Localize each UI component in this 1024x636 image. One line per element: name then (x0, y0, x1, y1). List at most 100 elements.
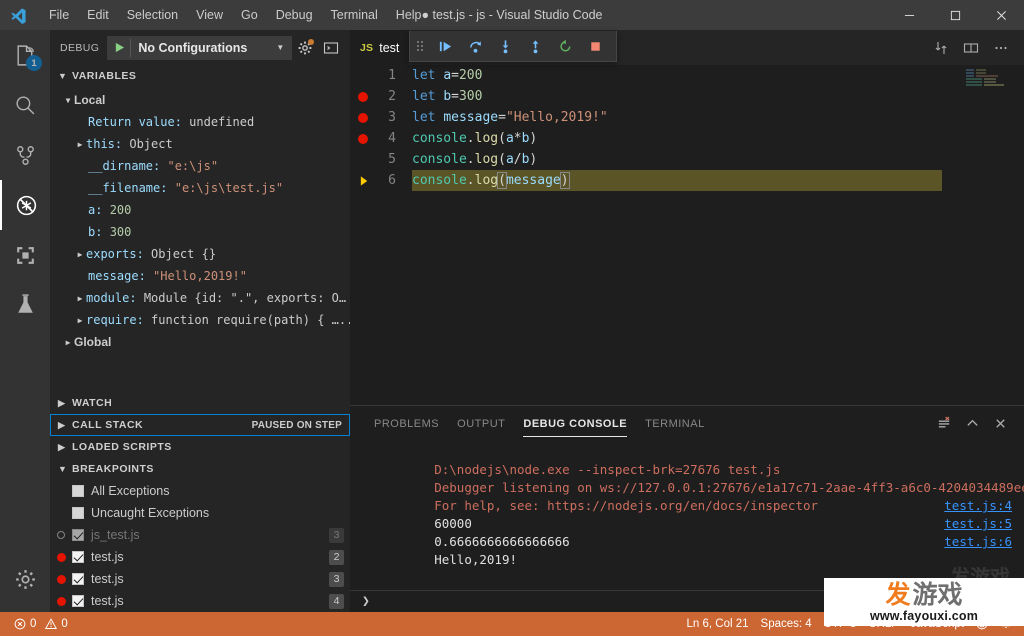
breakpoint-item[interactable]: js_test.js 3 (50, 524, 350, 546)
status-problems[interactable]: 0 0 (8, 612, 74, 636)
breakpoint-item[interactable]: test.js 3 (50, 568, 350, 590)
variable-row[interactable]: message: "Hello,2019!" (50, 265, 350, 287)
variable-row[interactable]: Return value: undefined (50, 111, 350, 133)
debug-settings-button[interactable] (292, 35, 318, 61)
breakpoint-item[interactable]: test.js 2 (50, 546, 350, 568)
activity-bar-item-explorer[interactable]: 1 (0, 30, 50, 80)
close-button[interactable] (978, 0, 1024, 30)
minimize-button[interactable] (886, 0, 932, 30)
checkbox[interactable] (72, 595, 84, 607)
code-line[interactable]: 3 let message="Hello,2019!" (350, 107, 1024, 128)
menu-file[interactable]: File (40, 0, 78, 30)
step-out-button[interactable] (520, 31, 550, 62)
chevron-right-icon[interactable]: ▶ (74, 294, 86, 303)
debug-configuration-select[interactable]: No Configurations ▼ (107, 35, 293, 60)
open-debug-console-button[interactable] (318, 35, 344, 61)
variable-row[interactable]: ▶ require: function require(path) { ….. (50, 309, 350, 331)
checkbox[interactable] (72, 507, 84, 519)
tab-problems[interactable]: PROBLEMS (374, 406, 439, 441)
debug-console-output[interactable]: D:\nodejs\node.exe --inspect-brk=27676 t… (350, 441, 1024, 589)
chevron-right-icon[interactable]: ▶ (74, 250, 86, 259)
code-line[interactable]: 1 let a=200 (350, 65, 1024, 86)
status-encoding[interactable]: UTF-8 (818, 612, 863, 636)
code-line-current[interactable]: 6 console.log(message) (350, 170, 1024, 191)
variable-row[interactable]: ▶ this: Object (50, 133, 350, 155)
variable-row[interactable]: ▶ module: Module {id: ".", exports: O… (50, 287, 350, 309)
status-eol[interactable]: CRLF (862, 612, 904, 636)
checkbox[interactable] (72, 485, 84, 497)
breakpoint-all-exceptions[interactable]: All Exceptions (50, 480, 350, 502)
status-cursor-position[interactable]: Ln 6, Col 21 (681, 612, 755, 636)
section-header-call-stack[interactable]: ▶ CALL STACK PAUSED ON STEP (50, 414, 350, 436)
menu-debug[interactable]: Debug (267, 0, 322, 30)
activity-bar-item-extensions[interactable] (0, 230, 50, 280)
breakpoint-dot-icon[interactable] (354, 86, 372, 107)
checkbox[interactable] (72, 573, 84, 585)
menu-view[interactable]: View (187, 0, 232, 30)
section-header-loaded-scripts[interactable]: ▶ LOADED SCRIPTS (50, 436, 350, 458)
activity-bar-item-settings[interactable] (0, 554, 50, 604)
code-line[interactable]: 4 console.log(a*b) (350, 128, 1024, 149)
chevron-right-icon[interactable]: ▶ (62, 338, 74, 347)
variable-row[interactable]: ▶ exports: Object {} (50, 243, 350, 265)
variables-list[interactable]: ▼ Local Return value: undefined ▶ this: … (50, 87, 350, 392)
breakpoint-uncaught-exceptions[interactable]: Uncaught Exceptions (50, 502, 350, 524)
menu-go[interactable]: Go (232, 0, 267, 30)
variable-row[interactable]: ▼ Local (50, 89, 350, 111)
status-notifications-button[interactable] (994, 612, 1018, 636)
breakpoint-dot-icon[interactable] (354, 128, 372, 149)
chevron-down-icon[interactable]: ▼ (62, 96, 74, 105)
clear-console-button[interactable] (930, 406, 958, 441)
start-debugging-button[interactable] (108, 42, 130, 53)
variable-row[interactable]: ▶ Global (50, 331, 350, 353)
chevron-right-icon[interactable]: ▶ (74, 316, 86, 325)
menu-selection[interactable]: Selection (118, 0, 187, 30)
maximize-panel-button[interactable] (958, 406, 986, 441)
debug-console-input[interactable]: ❯ (350, 590, 1024, 612)
tab-output[interactable]: OUTPUT (457, 406, 505, 441)
tab-terminal[interactable]: TERMINAL (645, 406, 705, 441)
console-source-link[interactable]: test.js:6 (944, 533, 1012, 551)
activity-bar-item-source-control[interactable] (0, 130, 50, 180)
menu-edit[interactable]: Edit (78, 0, 118, 30)
variable-row[interactable]: a: 200 (50, 199, 350, 221)
section-header-variables[interactable]: ▼ VARIABLES (50, 65, 350, 87)
menu-terminal[interactable]: Terminal (322, 0, 387, 30)
continue-button[interactable] (430, 31, 460, 62)
chevron-right-icon[interactable]: ▶ (74, 140, 86, 149)
more-actions-button[interactable] (986, 30, 1016, 65)
close-panel-button[interactable] (986, 406, 1014, 441)
tab-test-js[interactable]: JS test (350, 30, 410, 65)
checkbox[interactable] (72, 529, 84, 541)
activity-bar-item-search[interactable] (0, 80, 50, 130)
maximize-button[interactable] (932, 0, 978, 30)
console-source-link[interactable]: test.js:5 (944, 515, 1012, 533)
editor-layout-button[interactable] (956, 30, 986, 65)
breakpoint-item[interactable]: test.js 4 (50, 590, 350, 612)
menu-help[interactable]: Help (387, 0, 431, 30)
debug-toolbar[interactable] (409, 31, 617, 62)
split-editor-vertical-button[interactable] (926, 30, 956, 65)
restart-button[interactable] (550, 31, 580, 62)
step-over-button[interactable] (460, 31, 490, 62)
variable-row[interactable]: __filename: "e:\js\test.js" (50, 177, 350, 199)
chevron-down-icon[interactable]: ▼ (271, 43, 289, 52)
tab-debug-console[interactable]: DEBUG CONSOLE (523, 406, 627, 441)
activity-bar-item-debug[interactable] (0, 180, 50, 230)
step-into-button[interactable] (490, 31, 520, 62)
drag-handle[interactable] (410, 31, 430, 62)
variable-row[interactable]: __dirname: "e:\js" (50, 155, 350, 177)
activity-bar-item-test[interactable] (0, 280, 50, 330)
status-indentation[interactable]: Spaces: 4 (755, 612, 818, 636)
console-source-link[interactable]: test.js:4 (944, 497, 1012, 515)
checkbox[interactable] (72, 551, 84, 563)
section-header-watch[interactable]: ▶ WATCH (50, 392, 350, 414)
code-line[interactable]: 2 let b=300 (350, 86, 1024, 107)
breakpoint-dot-icon[interactable] (354, 107, 372, 128)
status-language-mode[interactable]: JavaScript (904, 612, 970, 636)
variable-row[interactable]: b: 300 (50, 221, 350, 243)
code-line[interactable]: 5 console.log(a/b) (350, 149, 1024, 170)
stop-button[interactable] (580, 31, 610, 62)
section-header-breakpoints[interactable]: ▼ BREAKPOINTS (50, 458, 350, 480)
status-feedback-button[interactable] (970, 612, 994, 636)
